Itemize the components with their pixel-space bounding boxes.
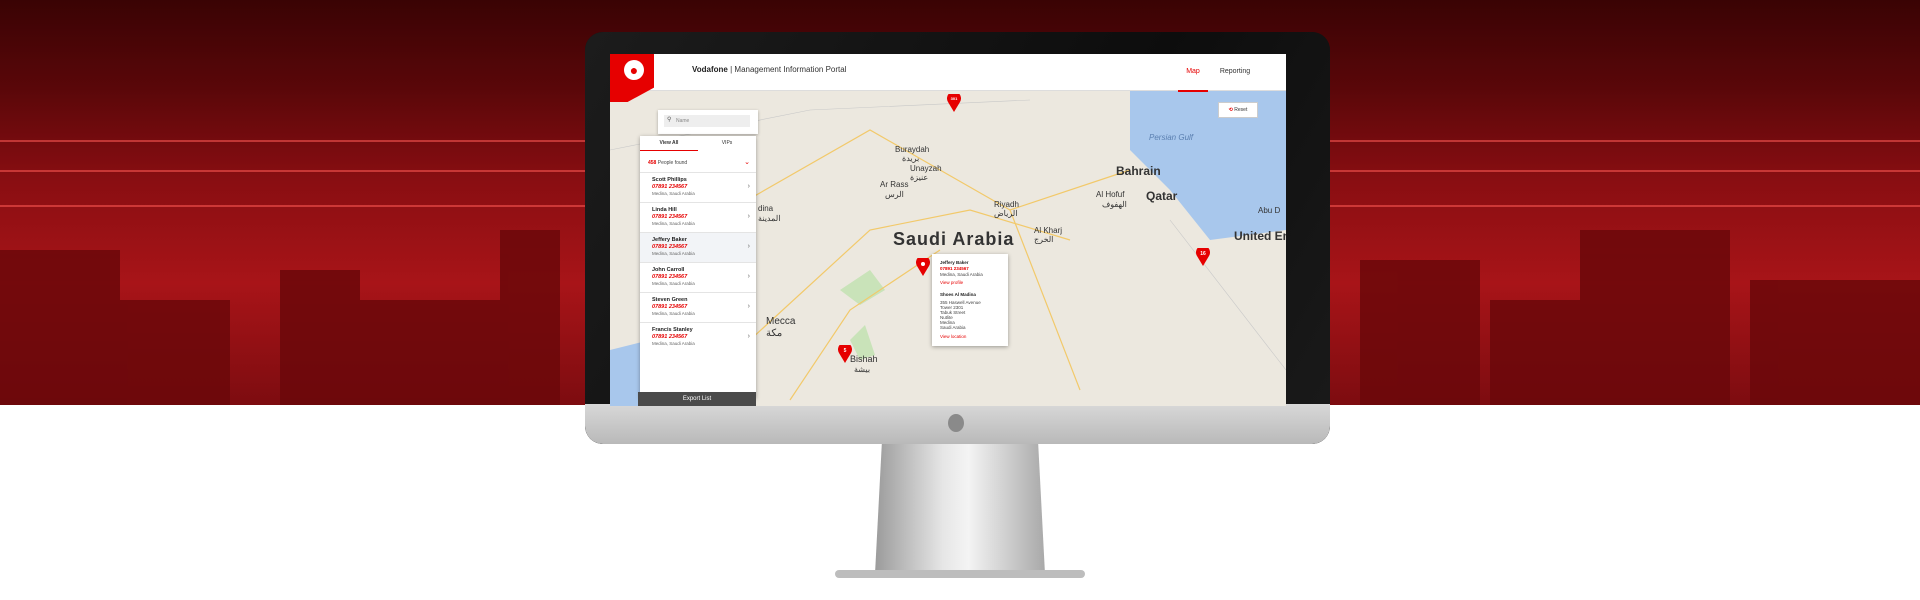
map-label-abu-dhabi: Abu D <box>1258 206 1281 215</box>
popup-profile-link[interactable]: View profile <box>940 280 963 285</box>
refresh-icon: ⟲ <box>1228 107 1233 113</box>
map-pin[interactable]: 16 <box>1196 245 1210 266</box>
person-phone: 07891 234567 <box>652 334 688 340</box>
nav-reporting[interactable]: Reporting <box>1214 54 1256 90</box>
person-name: John Carroll <box>652 267 685 273</box>
chevron-right-icon: › <box>747 213 750 220</box>
map-label-ar-rass-ar: الرس <box>885 190 904 199</box>
list-item[interactable]: John Carroll 07891 234567 Medina, Saudi … <box>640 262 756 293</box>
person-phone: 07891 234567 <box>652 184 688 190</box>
popup-details-link[interactable]: View location <box>940 334 966 339</box>
person-name: Francis Stanley <box>652 327 693 333</box>
portal-name: Management Information Portal <box>734 65 847 74</box>
map-pin-count: 5 <box>843 348 847 354</box>
apple-logo-icon <box>948 414 964 432</box>
map-label-al-kharj: Al Kharj <box>1034 226 1063 235</box>
chevron-right-icon: › <box>747 243 750 250</box>
person-location: Medina, Saudi Arabia <box>652 341 695 346</box>
chevron-right-icon: › <box>747 333 750 340</box>
chevron-right-icon: › <box>747 303 750 310</box>
person-phone: 07891 234567 <box>652 244 688 250</box>
monitor-stand <box>875 444 1045 574</box>
person-location: Medina, Saudi Arabia <box>652 311 695 316</box>
map-label-ar-rass: Ar Rass <box>880 180 909 189</box>
person-phone: 07891 234567 <box>652 304 688 310</box>
list-item[interactable]: Jeffery Baker 07891 234567 Medina, Saudi… <box>640 232 756 263</box>
map-label-qatar: Qatar <box>1146 189 1178 203</box>
location-popup: Jeffery Baker 07891 234567 Medina, Saudi… <box>932 254 1008 346</box>
person-phone: 07891 234567 <box>652 214 688 220</box>
map-pin[interactable]: 5 <box>838 342 852 363</box>
monitor-chin <box>585 404 1330 444</box>
map-label-medina-ar: المدينة <box>758 214 781 223</box>
map-label-riyadh: Riyadh <box>994 200 1019 209</box>
map-label-buraydah-ar: بريدة <box>902 154 920 163</box>
reset-label: Reset <box>1234 107 1248 113</box>
map-label-uae: United Emira <box>1234 229 1286 243</box>
popup-phone: 07891 234567 <box>940 266 969 271</box>
monitor-foot <box>835 570 1085 578</box>
map-pin-count: 301 <box>950 96 958 101</box>
map-label-country: Saudi Arabia <box>893 229 1015 249</box>
map-label-al-hofuf: Al Hofuf <box>1096 190 1125 199</box>
map-label-mecca: Mecca <box>766 316 796 327</box>
tab-view-all[interactable]: View All <box>640 136 698 151</box>
chevron-right-icon: › <box>747 183 750 190</box>
export-list-button[interactable]: Export List <box>638 392 756 406</box>
map-label-unayzah: Unayzah <box>910 164 942 173</box>
list-item[interactable]: Steven Green 07891 234567 Medina, Saudi … <box>640 292 756 323</box>
map-pin[interactable]: 301 <box>947 91 961 112</box>
app-header: Vodafone | Management Information Portal… <box>610 54 1286 92</box>
person-name: Steven Green <box>652 297 688 303</box>
map-label-persian-gulf: Persian Gulf <box>1149 133 1194 142</box>
map-label-bishah-ar: بيشة <box>854 365 871 374</box>
map-label-bishah: Bishah <box>850 354 878 364</box>
search-icon: ⚲ <box>667 117 672 123</box>
map-pin-person[interactable] <box>916 255 930 276</box>
nav-map[interactable]: Map <box>1178 54 1208 92</box>
map-label-riyadh-ar: الرياض <box>994 209 1018 218</box>
people-count: 458 People found <box>648 160 687 166</box>
list-item[interactable]: Francis Stanley 07891 234567 Medina, Sau… <box>640 322 756 353</box>
app-screen: Saudi Arabia Bahrain Qatar United Emira … <box>610 54 1286 406</box>
people-count-number: 458 <box>648 160 657 166</box>
person-name: Jeffery Baker <box>652 237 687 243</box>
chevron-right-icon: › <box>747 273 750 280</box>
person-location: Medina, Saudi Arabia <box>652 251 695 256</box>
popup-place: Shoes Al Madina <box>940 292 976 297</box>
map-label-al-kharj-ar: الخرج <box>1034 235 1054 244</box>
tab-vips[interactable]: VIPs <box>698 136 756 150</box>
list-item[interactable]: Linda Hill 07891 234567 Medina, Saudi Ar… <box>640 202 756 233</box>
person-location: Medina, Saudi Arabia <box>652 281 695 286</box>
popup-location: Medina, Saudi Arabia <box>940 272 983 277</box>
map-label-unayzah-ar: عنيزة <box>910 173 929 182</box>
person-location: Medina, Saudi Arabia <box>652 191 695 196</box>
panel-tabs: View All VIPs <box>640 136 756 151</box>
map-label-bahrain: Bahrain <box>1116 164 1161 178</box>
map-label-buraydah: Buraydah <box>895 145 930 154</box>
search-box: Name ⚲ <box>658 110 758 134</box>
person-phone: 07891 234567 <box>652 274 688 280</box>
reset-button[interactable]: ⟲ Reset <box>1218 102 1258 118</box>
vodafone-speechmark-icon: ● <box>624 60 644 80</box>
popup-name: Jeffery Baker <box>940 260 969 265</box>
map-pin-count: 16 <box>1200 251 1206 257</box>
people-count-label: People found <box>657 160 688 166</box>
app-title: Vodafone | Management Information Portal <box>692 65 846 74</box>
map-label-medina: dina <box>758 204 774 213</box>
person-name: Linda Hill <box>652 207 677 213</box>
person-name: Scott Phillips <box>652 177 687 183</box>
popup-address-line: Saudi Arabia <box>940 325 966 330</box>
map-label-al-hofuf-ar: الهفوف <box>1102 200 1127 209</box>
people-panel: View All VIPs 458 People found ⌄ Scott P… <box>640 136 756 398</box>
map-label-mecca-ar: مكة <box>766 328 783 339</box>
search-input[interactable]: Name <box>664 115 750 127</box>
chevron-down-icon[interactable]: ⌄ <box>744 158 750 166</box>
person-location: Medina, Saudi Arabia <box>652 221 695 226</box>
brand-name: Vodafone <box>692 65 728 74</box>
list-item[interactable]: Scott Phillips 07891 234567 Medina, Saud… <box>640 172 756 203</box>
